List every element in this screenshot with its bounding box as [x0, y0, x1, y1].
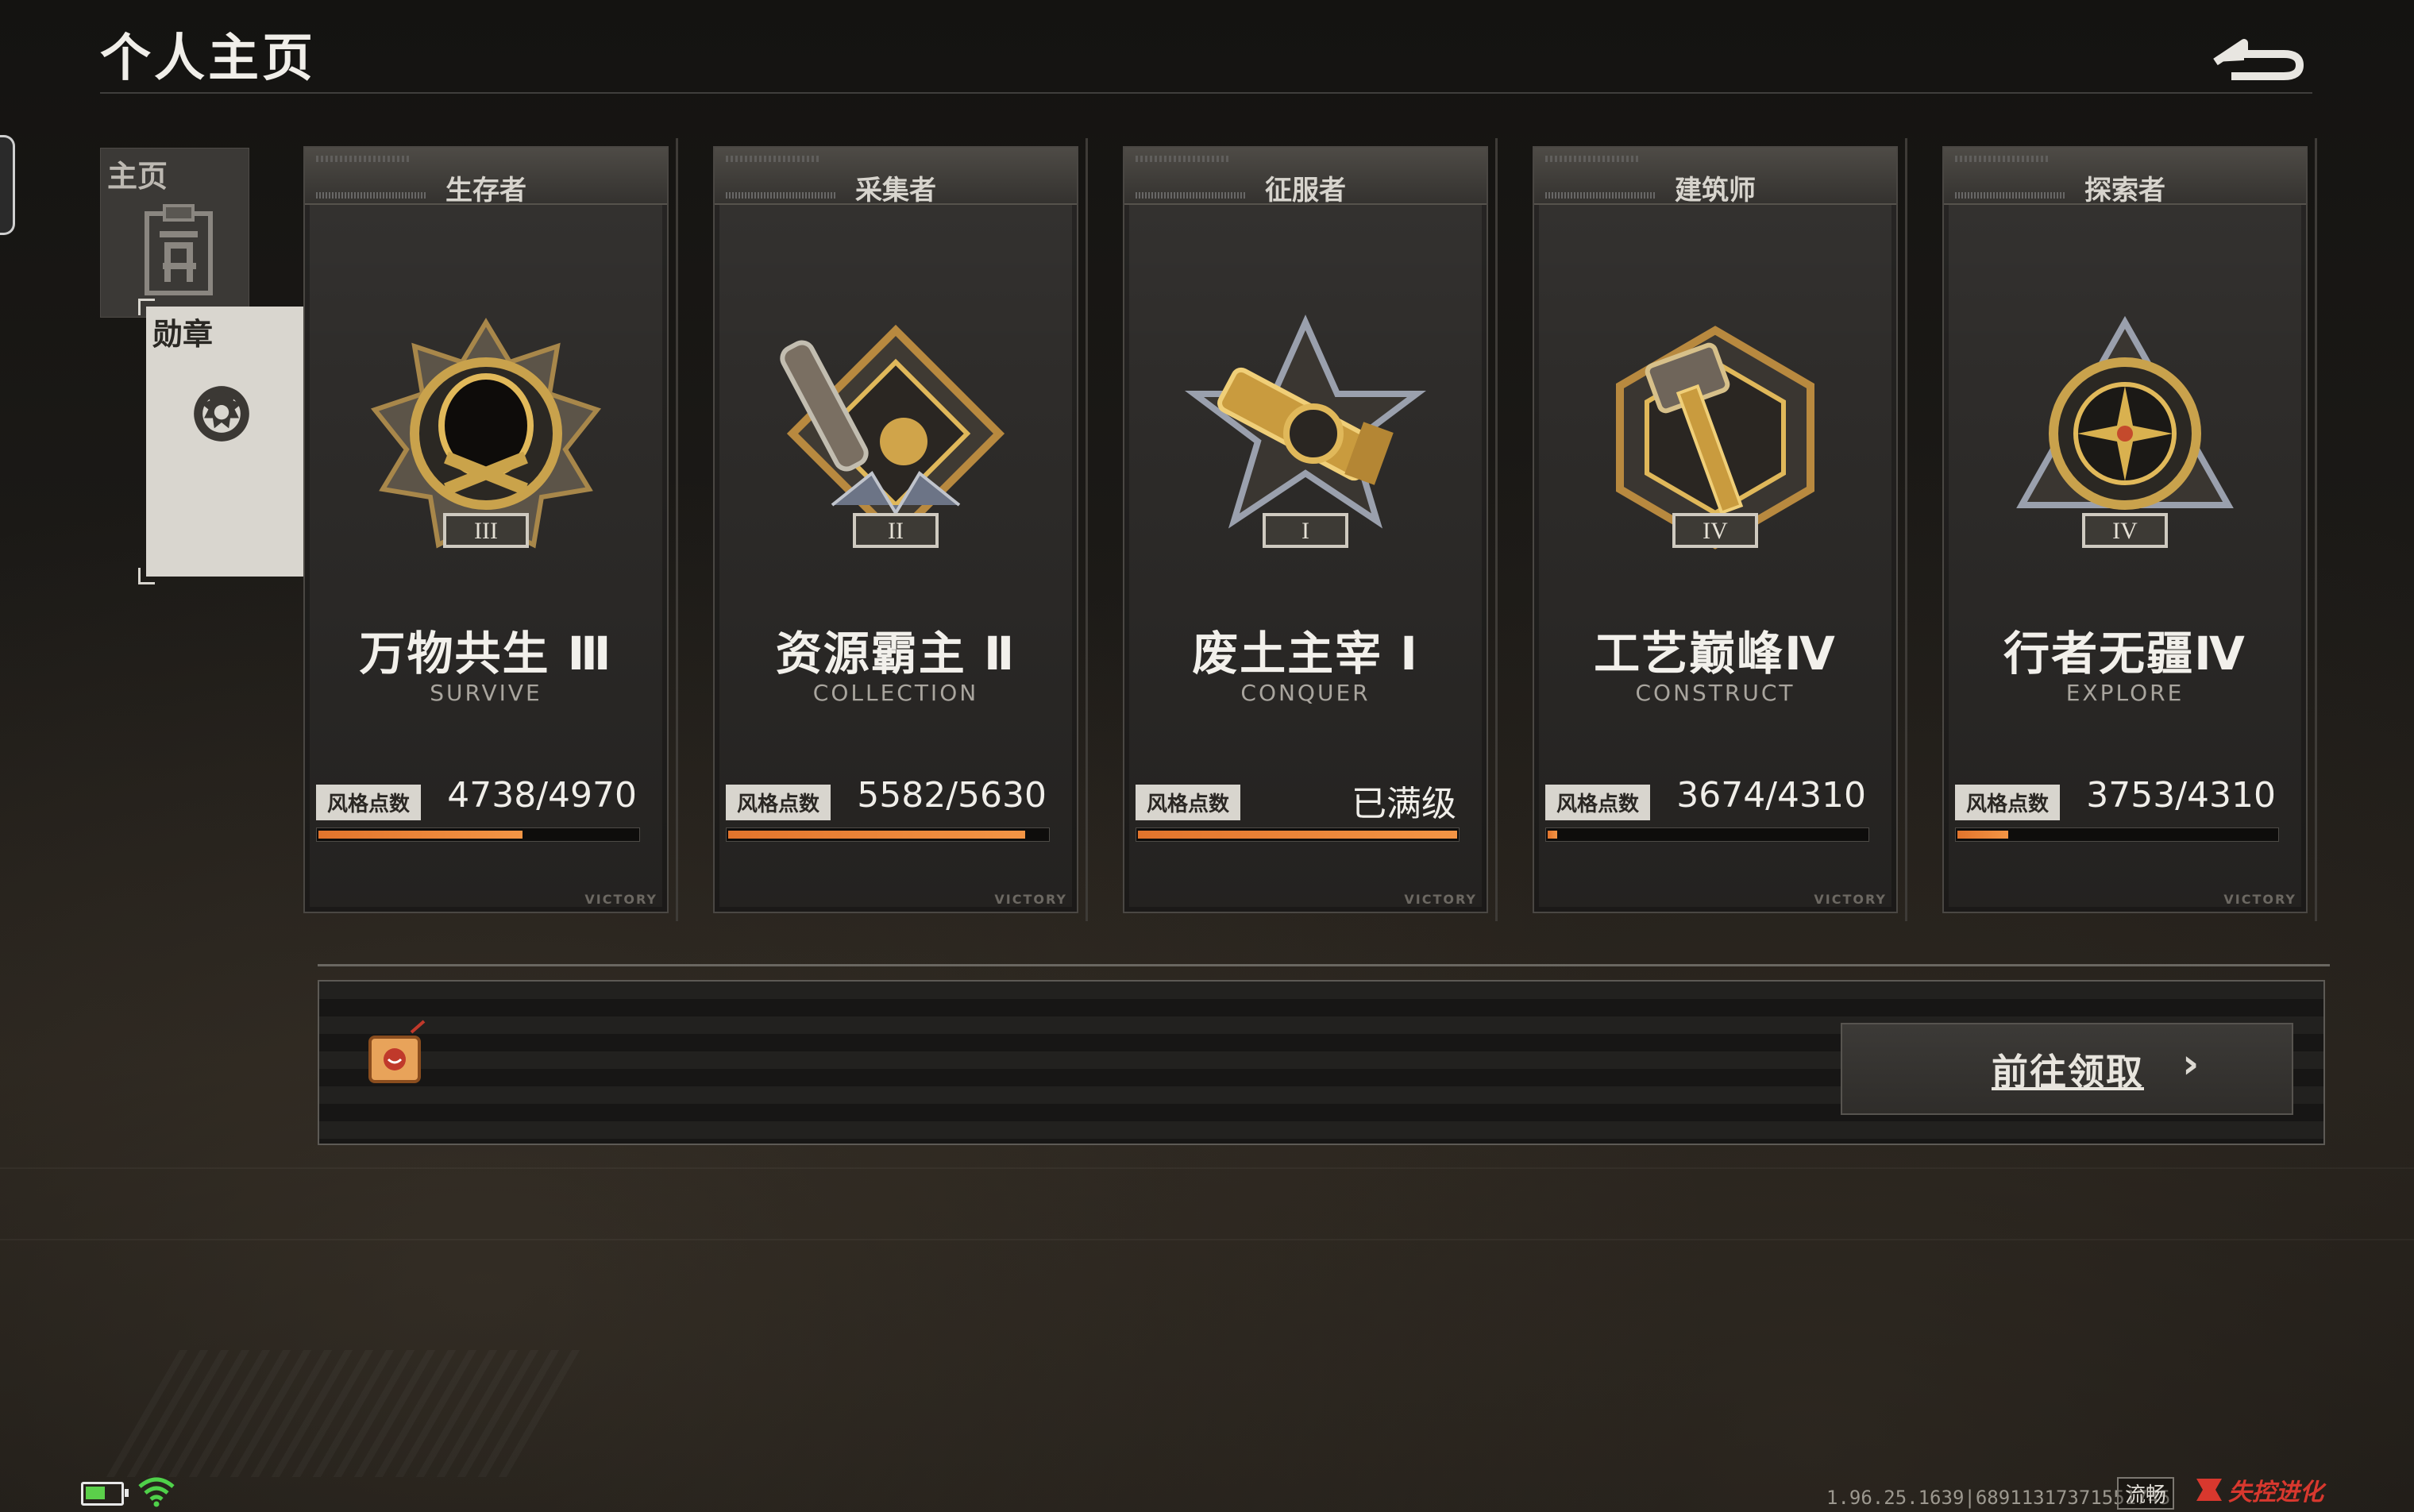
points-label: 风格点数 — [726, 785, 831, 820]
gas-mask-medal-icon: III — [370, 318, 602, 549]
card-header: 采集者 — [715, 148, 1077, 206]
card-subtitle: SURVIVE — [430, 680, 542, 706]
network-quality-badge: 流畅 — [2117, 1477, 2175, 1510]
back-icon — [2213, 39, 2304, 80]
hammer-hexagon-medal-icon: IV — [1616, 326, 1814, 550]
card-footer: VICTORY — [1404, 892, 1477, 907]
svg-text:III: III — [474, 518, 498, 544]
medal-cards: 生存者 III 万物共生 Ⅲ SURVIVE 风格点数 4738/4970 VI… — [303, 138, 2317, 921]
card-subtitle: COLLECTION — [812, 680, 979, 706]
compass-medal-icon: IV — [2016, 315, 2234, 548]
points-value: 5582/5630 — [857, 775, 1047, 816]
header-divider — [100, 92, 2312, 94]
gun-star-medal-icon: I — [1185, 314, 1426, 548]
points-label: 风格点数 — [1545, 785, 1651, 820]
side-nav: 主页 勋章 — [100, 148, 424, 584]
card-footer: VICTORY — [584, 892, 657, 907]
card-subtitle: CONQUER — [1240, 680, 1371, 706]
card-role: 探索者 — [2084, 175, 2165, 206]
points-label: 风格点数 — [1136, 785, 1241, 820]
nav-item-home[interactable]: 主页 — [100, 148, 249, 318]
floor-line — [0, 1167, 2414, 1169]
game-logo-text: 失控进化 — [2228, 1479, 2323, 1506]
points-label: 风格点数 — [1955, 785, 2061, 820]
points-label: 风格点数 — [316, 785, 422, 820]
page-title: 个人主页 — [100, 29, 316, 88]
game-logo: 失控进化 — [2195, 1474, 2323, 1506]
back-button[interactable] — [2208, 25, 2311, 81]
points-value: 3674/4310 — [1676, 775, 1866, 816]
points-value: 已满级 — [1352, 784, 1456, 824]
claim-reward-label: 前往领取 — [1992, 1051, 2144, 1094]
points-value: 3753/4310 — [2086, 775, 2276, 816]
progress-fill — [318, 831, 523, 839]
progress-bar — [1545, 827, 1869, 842]
card-subtitle: CONSTRUCT — [1635, 680, 1795, 706]
nav-item-label: 主页 — [107, 159, 168, 194]
progress-fill — [1957, 831, 2008, 839]
medal-icon — [194, 386, 249, 442]
svg-text:IV: IV — [1703, 518, 1728, 544]
game-logo-icon — [2196, 1479, 2222, 1501]
side-drawer-handle[interactable] — [0, 135, 15, 235]
points-value: 4738/4970 — [447, 775, 637, 816]
progress-fill — [1548, 831, 1557, 839]
gift-tv-icon[interactable] — [364, 1020, 432, 1088]
home-icon — [145, 204, 213, 295]
card-role: 征服者 — [1265, 175, 1346, 206]
card-title: 工艺巅峰Ⅳ — [1594, 627, 1837, 681]
card-title: 资源霸主 Ⅱ — [775, 627, 1016, 681]
card-footer: VICTORY — [994, 892, 1067, 907]
card-role: 生存者 — [445, 175, 526, 206]
card-footer: VICTORY — [1814, 892, 1887, 907]
progress-bar — [1136, 827, 1460, 842]
medal-card-survive[interactable]: 生存者 III 万物共生 Ⅲ SURVIVE 风格点数 4738/4970 VI… — [303, 138, 678, 921]
medal-card-construct[interactable]: 建筑师 IV 工艺巅峰Ⅳ CONSTRUCT 风格点数 3674/4310 VI… — [1533, 138, 1907, 921]
svg-text:II: II — [888, 518, 904, 544]
svg-text:IV: IV — [2112, 518, 2138, 544]
medal-card-collection[interactable]: 采集者 II 资源霸主 Ⅱ COLLECTION 风格点数 5582/5630 … — [713, 138, 1088, 921]
progress-bar — [726, 827, 1050, 842]
progress-bar — [1955, 827, 2279, 842]
card-footer: VICTORY — [2223, 892, 2296, 907]
card-role: 建筑师 — [1675, 175, 1756, 206]
medal-card-explore[interactable]: 探索者 IV 行者无疆Ⅳ EXPLORE 风格点数 3753/4310 VICT… — [1942, 138, 2317, 921]
card-title: 行者无疆Ⅳ — [2003, 627, 2246, 681]
floor-grate — [106, 1350, 593, 1477]
card-header: 建筑师 — [1534, 148, 1896, 206]
progress-bar — [316, 827, 640, 842]
floor-line — [0, 1239, 2414, 1240]
chainsaw-medal-icon: II — [780, 324, 1005, 548]
card-subtitle: EXPLORE — [2065, 680, 2185, 706]
claim-reward-button[interactable]: 前往领取 › — [1841, 1023, 2293, 1115]
chevron-right-icon: › — [2182, 1040, 2200, 1088]
reward-panel: 前往领取 › — [318, 980, 2325, 1145]
panel-divider — [318, 964, 2330, 966]
medal-card-conquer[interactable]: 征服者 I 废土主宰 Ⅰ CONQUER 风格点数 已满级 VICTORY — [1123, 138, 1498, 921]
card-title: 万物共生 Ⅲ — [359, 627, 613, 681]
card-header: 征服者 — [1124, 148, 1487, 206]
selection-bracket — [138, 568, 155, 584]
wifi-icon — [138, 1477, 175, 1507]
nav-item-label: 勋章 — [152, 317, 214, 352]
card-header: 生存者 — [305, 148, 667, 206]
svg-text:I: I — [1301, 518, 1309, 544]
progress-fill — [728, 831, 1025, 839]
card-role: 采集者 — [855, 175, 936, 206]
card-header: 探索者 — [1944, 148, 2306, 206]
battery-icon — [81, 1482, 129, 1506]
progress-fill — [1138, 831, 1457, 839]
card-title: 废土主宰 Ⅰ — [1192, 627, 1419, 681]
